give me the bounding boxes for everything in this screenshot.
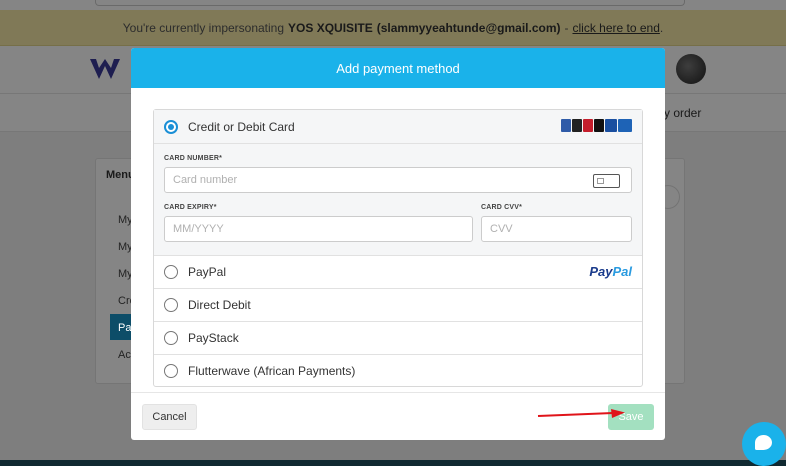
cancel-button[interactable]: Cancel <box>142 404 197 430</box>
credit-card-icon <box>593 174 620 188</box>
discover-icon <box>594 119 604 132</box>
modal-body: Credit or Debit Card CARD NUMBER* Card n… <box>131 88 665 392</box>
radio-card[interactable] <box>164 119 178 134</box>
payment-option-label: Credit or Debit Card <box>188 119 295 134</box>
card-cvv-placeholder: CVV <box>490 223 513 235</box>
modal-title: Add payment method <box>336 60 460 76</box>
card-form: CARD NUMBER* Card number CARD EXPIRY* MM… <box>154 143 642 255</box>
card-number-label: CARD NUMBER* <box>164 155 223 162</box>
add-payment-method-modal: Add payment method Credit or Debit Card … <box>131 48 665 440</box>
card-cvv-label: CARD CVV* <box>481 204 523 211</box>
paypal-logo: PayPal <box>589 264 632 279</box>
payment-option-label: Flutterwave (African Payments) <box>188 364 356 378</box>
modal-header: Add payment method <box>131 48 665 88</box>
payment-methods-list: Credit or Debit Card CARD NUMBER* Card n… <box>153 109 643 387</box>
diners-icon <box>572 119 582 132</box>
card-expiry-field[interactable]: MM/YYYY <box>164 216 473 242</box>
card-brands-icon <box>561 119 632 132</box>
visa-icon <box>605 119 617 132</box>
payment-option-label: PayStack <box>188 331 239 345</box>
card-number-field[interactable]: Card number <box>164 167 632 193</box>
payment-option-flutterwave[interactable]: Flutterwave (African Payments) <box>154 354 642 387</box>
card-cvv-field[interactable]: CVV <box>481 216 632 242</box>
payment-option-label: PayPal <box>188 265 227 279</box>
radio-flutterwave[interactable] <box>164 364 178 378</box>
radio-paystack[interactable] <box>164 331 178 345</box>
card-expiry-placeholder: MM/YYYY <box>173 223 224 235</box>
payment-option-card[interactable]: Credit or Debit Card <box>154 110 642 143</box>
payment-option-paypal[interactable]: PayPal PayPal <box>154 255 642 288</box>
payment-option-direct-debit[interactable]: Direct Debit <box>154 288 642 321</box>
red-arrow-annotation <box>537 409 625 418</box>
mastercard-icon <box>583 119 593 132</box>
chat-widget-button[interactable] <box>742 422 786 466</box>
card-expiry-label: CARD EXPIRY* <box>164 204 217 211</box>
payment-option-paystack[interactable]: PayStack <box>154 321 642 354</box>
maestro-icon <box>618 119 632 132</box>
radio-direct-debit[interactable] <box>164 298 178 312</box>
chat-icon <box>755 435 772 450</box>
payment-option-label: Direct Debit <box>188 298 251 312</box>
amex-icon <box>561 119 571 132</box>
radio-paypal[interactable] <box>164 265 178 279</box>
menu-item-active-label: Pa <box>118 322 132 334</box>
card-number-placeholder: Card number <box>173 174 238 186</box>
